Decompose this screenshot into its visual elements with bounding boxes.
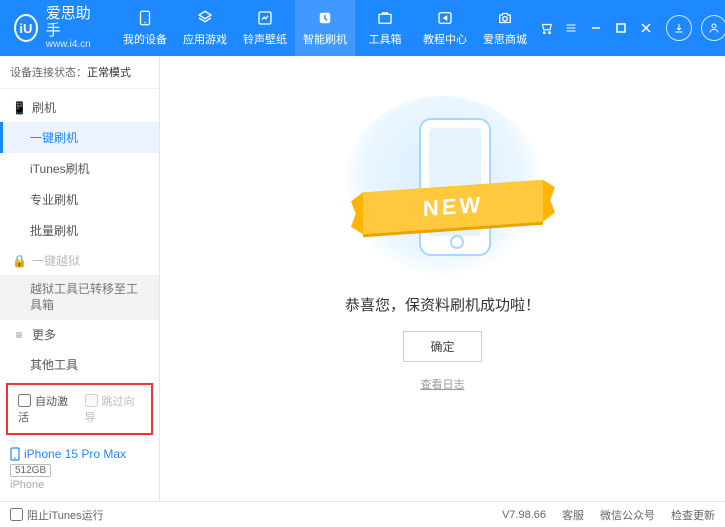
menu-item-其他工具[interactable]: 其他工具 [0,349,159,377]
nav-铃声壁纸[interactable]: 铃声壁纸 [235,0,295,56]
nav-icon-2 [256,9,274,27]
device-type: iPhone [10,479,149,491]
nav-工具箱[interactable]: 工具箱 [355,0,415,56]
success-message: 恭喜您，保资料刷机成功啦！ [345,294,540,315]
phone-icon [10,447,20,461]
menu-item-iTunes刷机[interactable]: iTunes刷机 [0,153,159,184]
ok-button[interactable]: 确定 [403,331,481,362]
phone-icon: 📱 [12,101,26,115]
more-icon: ≡ [12,328,26,342]
menu-item-一键刷机[interactable]: 一键刷机 [0,122,159,153]
app-site: www.i4.cn [46,39,95,50]
menu-item-越狱工具已转移至工具箱: 越狱工具已转移至工具箱 [0,275,159,320]
version-label: V7.98.66 [502,509,546,521]
menu-item-批量刷机[interactable]: 批量刷机 [0,215,159,246]
device-status: 设备连接状态：正常模式 [0,56,159,89]
auto-activate-checkbox[interactable]: 自动激活 [18,393,75,425]
nav-智能刷机[interactable]: 智能刷机 [295,0,355,56]
device-storage: 512GB [10,464,51,477]
user-icon[interactable] [701,15,725,41]
nav-icon-3 [316,9,334,27]
success-illustration: NEW [343,96,543,276]
device-name[interactable]: iPhone 15 Pro Max [10,447,149,461]
nav-icon-6 [496,9,514,27]
nav-教程中心[interactable]: 教程中心 [415,0,475,56]
nav-爱思商城[interactable]: 爱思商城 [475,0,535,56]
block-itunes-checkbox[interactable]: 阻止iTunes运行 [10,507,104,523]
menu-icon[interactable] [560,18,582,38]
logo-badge-icon: iU [14,14,38,42]
app-logo: iU 爱思助手 www.i4.cn [14,6,95,50]
nav-我的设备[interactable]: 我的设备 [115,0,175,56]
nav-icon-5 [436,9,454,27]
menu-item-专业刷机[interactable]: 专业刷机 [0,184,159,215]
footer-link-support[interactable]: 客服 [562,507,584,523]
footer-link-wechat[interactable]: 微信公众号 [600,507,655,523]
view-log-link[interactable]: 查看日志 [421,376,465,392]
nav-icon-0 [136,9,154,27]
cart-icon[interactable] [535,18,557,38]
menu-group-刷机[interactable]: 📱刷机 [0,93,159,122]
flash-options-highlight: 自动激活 跳过向导 [6,383,153,435]
nav-应用游戏[interactable]: 应用游戏 [175,0,235,56]
menu-group-更多[interactable]: ≡更多 [0,320,159,349]
skip-guide-checkbox[interactable]: 跳过向导 [85,393,142,425]
menu-group-一键越狱[interactable]: 🔒一键越狱 [0,246,159,275]
maximize-icon[interactable] [610,18,632,38]
device-info: iPhone 15 Pro Max 512GB iPhone [0,441,159,501]
lock-icon: 🔒 [12,254,26,268]
app-name: 爱思助手 [46,6,95,39]
nav-icon-1 [196,9,214,27]
download-icon[interactable] [666,15,692,41]
minimize-icon[interactable] [585,18,607,38]
nav-icon-4 [376,9,394,27]
footer-link-update[interactable]: 检查更新 [671,507,715,523]
close-icon[interactable] [635,18,657,38]
